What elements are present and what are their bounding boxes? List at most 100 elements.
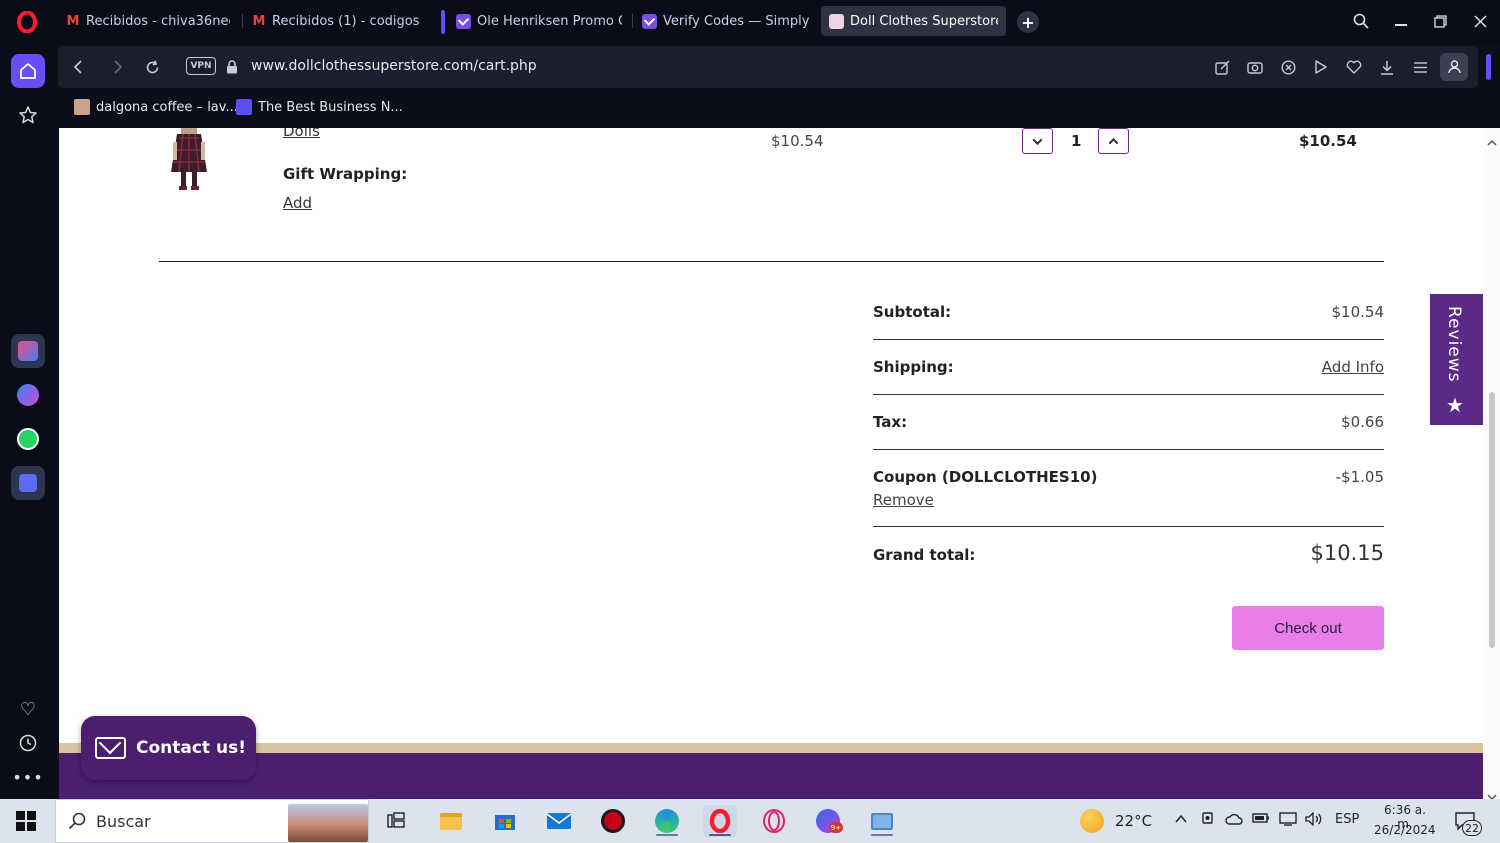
messenger-taskbar-icon[interactable]: 9+ — [811, 805, 845, 837]
subtotal-label: Subtotal: — [873, 303, 952, 321]
player-play-icon[interactable] — [1310, 57, 1332, 77]
coupon-remove-link[interactable]: Remove — [873, 491, 934, 509]
dalgona-favicon-icon — [74, 99, 90, 115]
clock-date[interactable]: 26/2/2024 — [1374, 823, 1436, 837]
battery-icon[interactable] — [1252, 812, 1270, 828]
quantity-increase-button[interactable] — [1098, 128, 1129, 154]
gmail-icon: M — [252, 13, 266, 29]
onedrive-icon[interactable] — [1225, 812, 1243, 830]
music-player-icon[interactable] — [11, 466, 45, 500]
app-window-icon[interactable] — [865, 805, 899, 837]
shipping-label: Shipping: — [873, 358, 954, 376]
product-thumbnail[interactable] — [159, 128, 219, 194]
gift-wrapping-add-link[interactable]: Add — [283, 194, 312, 212]
edge-icon[interactable] — [650, 805, 684, 837]
opera-taskbar-icon[interactable] — [703, 805, 737, 837]
tab-island-marker — [441, 10, 445, 34]
page-scrollbar[interactable] — [1484, 128, 1500, 799]
volume-icon[interactable] — [1305, 811, 1323, 830]
tab-search-icon[interactable] — [1346, 8, 1376, 34]
business-favicon-icon — [236, 99, 252, 115]
bookmark-dalgona[interactable]: dalgona coffee – lav... — [74, 99, 238, 115]
opera-logo-icon[interactable] — [15, 10, 39, 34]
messenger-icon[interactable] — [11, 378, 45, 412]
new-tab-button[interactable]: + — [1017, 11, 1039, 33]
tab-doll-clothes[interactable]: Doll Clothes Superstore - S — [821, 6, 1006, 36]
favorites-heart-icon[interactable]: ♡ — [11, 692, 45, 726]
coupon-value: -$1.05 — [1335, 468, 1384, 486]
reviews-tab[interactable]: Reviews ★ — [1430, 294, 1483, 425]
chevron-down-icon — [1032, 134, 1043, 145]
forward-icon[interactable] — [106, 56, 130, 78]
weather-icon[interactable] — [1080, 809, 1104, 833]
gmail-icon: M — [66, 13, 80, 29]
speed-dial-star-icon[interactable] — [11, 98, 45, 132]
summary-divider — [873, 339, 1384, 340]
reload-icon[interactable] — [140, 56, 164, 78]
history-clock-icon[interactable] — [11, 726, 45, 760]
meet-now-icon[interactable] — [1201, 810, 1215, 830]
profile-icon[interactable] — [1440, 53, 1468, 81]
tab-verify-codes[interactable]: Verify Codes — SimplyCod — [634, 6, 818, 36]
reviews-label: Reviews — [1444, 306, 1464, 383]
browser-tab-bar: M Recibidos - chiva36negra@ M Recibidos … — [0, 0, 1500, 44]
coupon-label: Coupon (DOLLCLOTHES10) — [873, 468, 1098, 486]
aria-icon[interactable] — [11, 334, 45, 368]
simplycodes-icon — [642, 13, 657, 29]
lock-icon[interactable] — [226, 59, 238, 78]
taskbar-search[interactable]: Buscar — [55, 799, 369, 843]
footer-gold-stripe — [59, 743, 1483, 753]
task-view-icon[interactable] — [379, 805, 413, 837]
windows-start-icon[interactable] — [16, 811, 36, 835]
whatsapp-icon[interactable] — [11, 422, 45, 456]
adblock-icon[interactable] — [1277, 57, 1299, 77]
quantity-value[interactable]: 1 — [1071, 132, 1081, 150]
scrollbar-thumb[interactable] — [1489, 392, 1495, 648]
easy-setup-icon[interactable] — [1409, 57, 1431, 77]
input-language[interactable]: ESP — [1335, 812, 1359, 827]
my-flow-heart-icon[interactable] — [1343, 57, 1365, 77]
tab-gmail-2[interactable]: M Recibidos (1) - codigosrico — [244, 6, 428, 36]
grand-total-value: $10.15 — [1310, 541, 1384, 565]
windows-taskbar: Buscar 9+ 22°C ESP 6:36 a. m. 26/2/2024 … — [0, 799, 1500, 843]
tray-expand-chevron-icon[interactable] — [1175, 812, 1187, 828]
shipping-add-info-link[interactable]: Add Info — [1322, 358, 1384, 376]
network-icon[interactable] — [1279, 812, 1297, 830]
restore-icon[interactable] — [1425, 8, 1455, 34]
footer-band — [59, 753, 1483, 799]
back-icon[interactable] — [66, 56, 90, 78]
sidebar-accent-bar — [1486, 54, 1491, 80]
scroll-down-icon[interactable] — [1487, 786, 1497, 799]
summary-divider — [873, 526, 1384, 527]
search-icon — [68, 812, 86, 830]
more-options-icon[interactable]: ••• — [11, 760, 45, 794]
vpn-badge[interactable]: VPN — [186, 57, 216, 75]
scroll-up-icon[interactable] — [1487, 132, 1497, 146]
quantity-decrease-button[interactable] — [1022, 128, 1053, 154]
tab-gmail-1[interactable]: M Recibidos - chiva36negra@ — [58, 6, 238, 36]
contact-us-button[interactable]: Contact us! — [81, 716, 256, 780]
search-highlight-image — [288, 804, 368, 842]
mail-icon[interactable] — [542, 805, 576, 837]
grand-total-label: Grand total: — [873, 546, 976, 564]
snapshot-camera-icon[interactable] — [1244, 57, 1266, 77]
home-icon[interactable] — [11, 54, 45, 88]
url-text[interactable]: www.dollclothessuperstore.com/cart.php — [251, 58, 537, 74]
microsoft-store-icon[interactable] — [488, 805, 522, 837]
tab-ole-henriksen[interactable]: Ole Henriksen Promo Cod — [448, 6, 630, 36]
file-explorer-icon[interactable] — [434, 805, 468, 837]
opera-gx-icon[interactable] — [757, 805, 791, 837]
checkout-button[interactable]: Check out — [1232, 606, 1384, 650]
weather-temperature[interactable]: 22°C — [1115, 812, 1152, 830]
close-icon[interactable] — [1465, 8, 1495, 34]
share-icon[interactable] — [1211, 57, 1233, 77]
gift-wrapping-label: Gift Wrapping: — [283, 165, 408, 183]
chevron-up-icon — [1108, 137, 1119, 148]
media-app-icon[interactable] — [596, 805, 630, 837]
opera-sidebar: ♡ ••• — [0, 44, 56, 799]
summary-divider — [873, 449, 1384, 450]
bookmark-business[interactable]: The Best Business N... — [236, 99, 403, 115]
minimize-icon[interactable] — [1386, 8, 1416, 34]
download-icon[interactable] — [1376, 57, 1398, 77]
product-name-link[interactable]: Dolls — [283, 128, 320, 140]
